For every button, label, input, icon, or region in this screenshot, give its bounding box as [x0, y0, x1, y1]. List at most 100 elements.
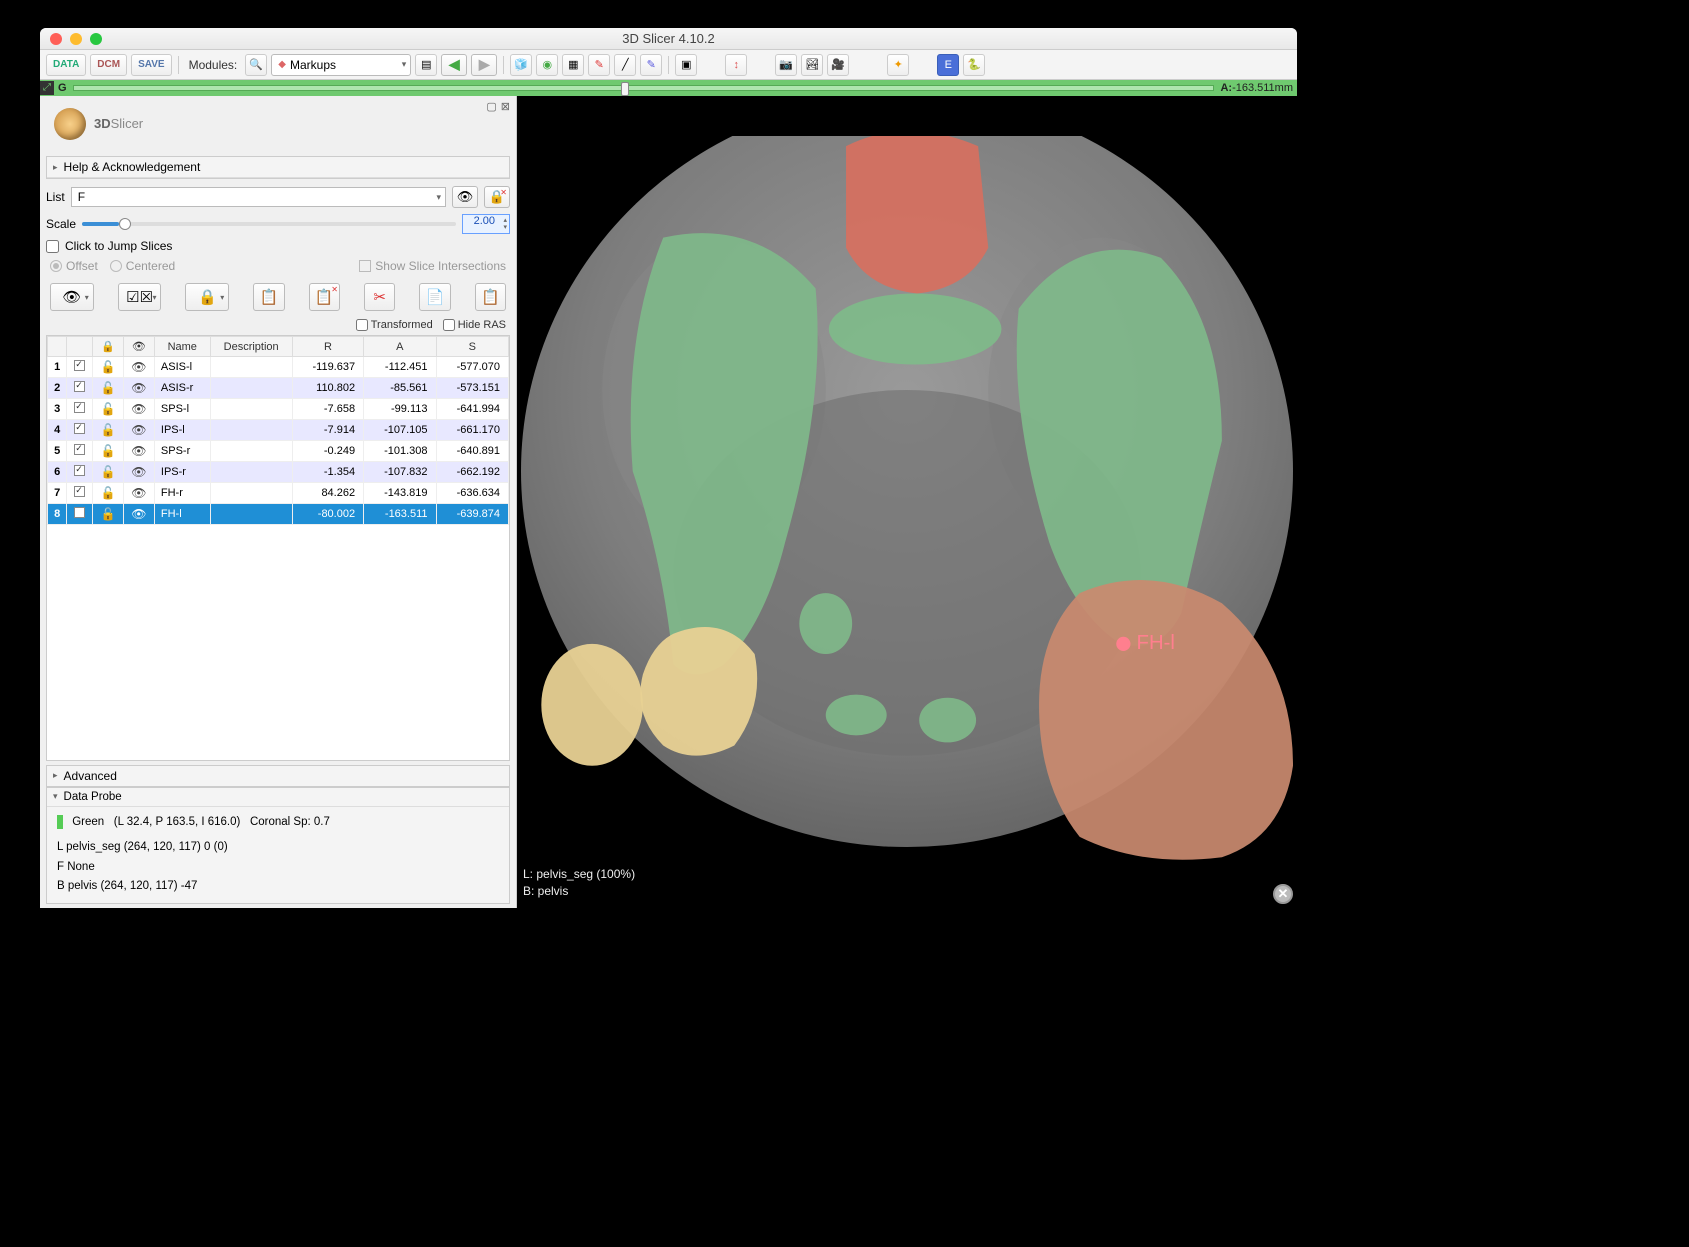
row-visible-cell[interactable]: 👁 [123, 441, 154, 462]
close-corner-button[interactable]: ✕ [1273, 884, 1293, 904]
row-desc-cell[interactable] [210, 462, 292, 483]
row-visible-cell[interactable]: 👁 [123, 357, 154, 378]
row-r-cell[interactable]: 110.802 [292, 378, 363, 399]
row-lock-cell[interactable]: 🔓 [93, 420, 124, 441]
row-lock-cell[interactable]: 🔓 [93, 483, 124, 504]
dcm-button[interactable]: DCM [90, 54, 127, 76]
col-locked[interactable]: 🔒 [93, 337, 124, 357]
row-selected-cell[interactable] [67, 504, 93, 525]
row-name-cell[interactable]: FH-l [154, 504, 210, 525]
row-s-cell[interactable]: -662.192 [436, 462, 508, 483]
module-settings-button[interactable]: ▤ [415, 54, 437, 76]
table-row[interactable]: 8🔓👁FH-l-80.002-163.511-639.874 [48, 504, 509, 525]
row-r-cell[interactable]: -1.354 [292, 462, 363, 483]
show-intersections-checkbox[interactable] [359, 260, 371, 272]
row-a-cell[interactable]: -107.105 [364, 420, 436, 441]
copy-tool-button[interactable]: 📋 [253, 283, 284, 311]
row-visible-cell[interactable]: 👁 [123, 483, 154, 504]
scale-slider-knob[interactable] [119, 218, 131, 230]
float-panel-icon[interactable]: ▢ [486, 100, 496, 113]
zoom-window-button[interactable] [90, 33, 102, 45]
col-r[interactable]: R [292, 337, 363, 357]
row-visible-cell[interactable]: 👁 [123, 462, 154, 483]
offset-radio[interactable] [50, 260, 62, 272]
hide-ras-checkbox[interactable] [443, 319, 455, 331]
scale-slider[interactable] [82, 222, 456, 226]
table-row[interactable]: 4🔓👁IPS-l-7.914-107.105-661.170 [48, 420, 509, 441]
row-s-cell[interactable]: -640.891 [436, 441, 508, 462]
row-selected-cell[interactable] [67, 399, 93, 420]
col-s[interactable]: S [436, 337, 508, 357]
ct-image-canvas[interactable]: FH-l [517, 136, 1297, 908]
row-name-cell[interactable]: SPS-l [154, 399, 210, 420]
python-console-button[interactable]: 🐍 [963, 54, 985, 76]
centered-radio[interactable] [110, 260, 122, 272]
row-selected-cell[interactable] [67, 462, 93, 483]
row-s-cell[interactable]: -641.994 [436, 399, 508, 420]
col-a[interactable]: A [364, 337, 436, 357]
row-r-cell[interactable]: -7.914 [292, 420, 363, 441]
delete-list-button[interactable]: 🔒 [484, 186, 510, 208]
row-desc-cell[interactable] [210, 504, 292, 525]
crosshair-button[interactable]: ✎ [588, 54, 610, 76]
module-search-button[interactable]: 🔍 [245, 54, 267, 76]
row-visible-cell[interactable]: 👁 [123, 378, 154, 399]
row-name-cell[interactable]: IPS-r [154, 462, 210, 483]
annotation-button[interactable]: ✎ [640, 54, 662, 76]
col-index[interactable] [48, 337, 67, 357]
row-r-cell[interactable]: -119.637 [292, 357, 363, 378]
col-selected[interactable] [67, 337, 93, 357]
layout-selector-button[interactable]: ▦ [562, 54, 584, 76]
col-description[interactable]: Description [210, 337, 292, 357]
table-row[interactable]: 2🔓👁ASIS-r110.802-85.561-573.151 [48, 378, 509, 399]
module-selector[interactable]: ◆ Markups [271, 54, 411, 76]
table-row[interactable]: 1🔓👁ASIS-l-119.637-112.451-577.070 [48, 357, 509, 378]
view-reset-button[interactable]: ◉ [536, 54, 558, 76]
row-r-cell[interactable]: -0.249 [292, 441, 363, 462]
row-lock-cell[interactable]: 🔓 [93, 399, 124, 420]
col-visible[interactable]: 👁 [123, 337, 154, 357]
row-r-cell[interactable]: -7.658 [292, 399, 363, 420]
screenshot-button[interactable]: 📷 [775, 54, 797, 76]
row-a-cell[interactable]: -107.832 [364, 462, 436, 483]
transformed-checkbox[interactable] [356, 319, 368, 331]
extension-manager-button[interactable]: E [937, 54, 959, 76]
cut-tool-button[interactable]: ✂ [364, 283, 395, 311]
row-lock-cell[interactable]: 🔓 [93, 378, 124, 399]
advanced-header[interactable]: ▸ Advanced [46, 765, 510, 787]
delete-tool-button[interactable]: 📋✕ [309, 283, 340, 311]
row-selected-cell[interactable] [67, 357, 93, 378]
reslice-button[interactable]: ↕ [725, 54, 747, 76]
visibility-tool-button[interactable]: 👁 [50, 283, 94, 311]
row-lock-cell[interactable]: 🔓 [93, 357, 124, 378]
clipboard-tool-button[interactable]: 📋 [475, 283, 506, 311]
row-name-cell[interactable]: IPS-l [154, 420, 210, 441]
row-s-cell[interactable]: -636.634 [436, 483, 508, 504]
row-r-cell[interactable]: 84.262 [292, 483, 363, 504]
row-desc-cell[interactable] [210, 378, 292, 399]
table-row[interactable]: 5🔓👁SPS-r-0.249-101.308-640.891 [48, 441, 509, 462]
expand-view-button[interactable]: ⤢ [40, 81, 54, 95]
close-window-button[interactable] [50, 33, 62, 45]
row-visible-cell[interactable]: 👁 [123, 399, 154, 420]
fiducial-place-button[interactable]: ✦ [887, 54, 909, 76]
row-s-cell[interactable]: -573.151 [436, 378, 508, 399]
click-jump-checkbox[interactable] [46, 240, 59, 253]
slice-slider-track[interactable] [73, 85, 1215, 91]
table-row[interactable]: 6🔓👁IPS-r-1.354-107.832-662.192 [48, 462, 509, 483]
row-name-cell[interactable]: SPS-r [154, 441, 210, 462]
table-row[interactable]: 7🔓👁FH-r84.262-143.819-636.634 [48, 483, 509, 504]
row-desc-cell[interactable] [210, 483, 292, 504]
record-button[interactable]: 🎥 [827, 54, 849, 76]
row-a-cell[interactable]: -99.113 [364, 399, 436, 420]
row-visible-cell[interactable]: 👁 [123, 420, 154, 441]
row-name-cell[interactable]: ASIS-l [154, 357, 210, 378]
row-s-cell[interactable]: -661.170 [436, 420, 508, 441]
toggle-visibility-button[interactable]: 👁 [452, 186, 478, 208]
save-button[interactable]: SAVE [131, 54, 172, 76]
slice-slider-thumb[interactable] [621, 82, 629, 96]
row-lock-cell[interactable]: 🔓 [93, 504, 124, 525]
slice-viewer[interactable]: FH-l L: pelvis_seg (100%) B: pelvis [517, 96, 1297, 908]
row-a-cell[interactable]: -143.819 [364, 483, 436, 504]
row-name-cell[interactable]: ASIS-r [154, 378, 210, 399]
